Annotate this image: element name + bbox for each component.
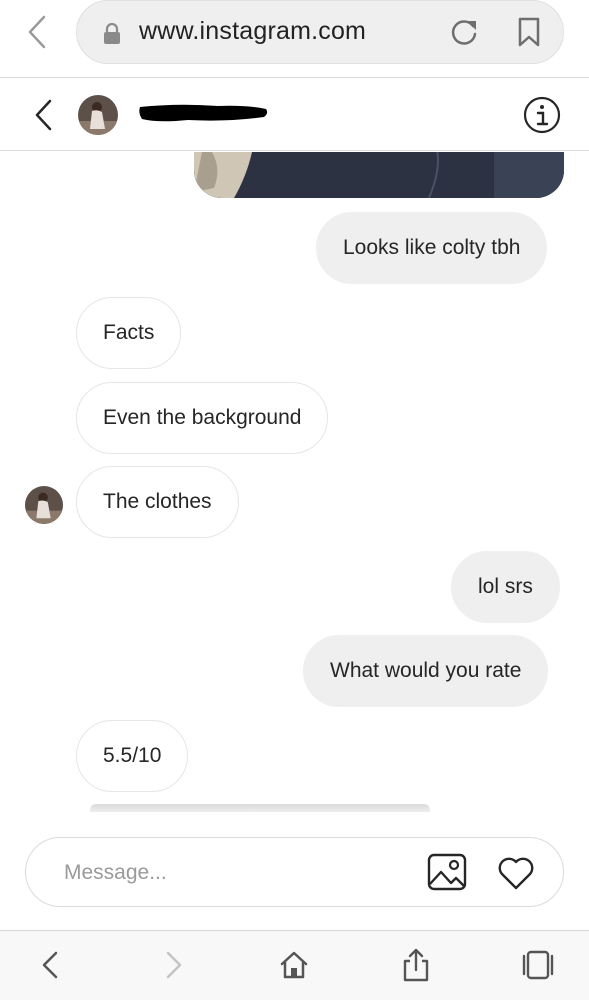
message-text: Even the background bbox=[103, 406, 302, 429]
lock-icon bbox=[104, 23, 120, 44]
message-bubble[interactable]: What would you rate bbox=[303, 635, 549, 707]
toolbar-back-button[interactable] bbox=[32, 947, 68, 983]
message-thread[interactable]: Looks like colty tbh Facts Even the back… bbox=[0, 152, 589, 812]
toolbar-home-button[interactable] bbox=[276, 947, 312, 983]
bookmark-icon[interactable] bbox=[515, 17, 543, 47]
browser-back-button[interactable] bbox=[22, 12, 52, 52]
reload-icon[interactable] bbox=[449, 17, 479, 47]
forward-arrow-icon bbox=[166, 951, 182, 979]
message-input[interactable] bbox=[64, 858, 384, 888]
message-composer bbox=[25, 837, 564, 907]
chevron-left-icon[interactable] bbox=[30, 97, 58, 133]
toolbar-tabs-button[interactable] bbox=[520, 947, 556, 983]
heart-icon[interactable] bbox=[496, 853, 536, 891]
toolbar-share-button[interactable] bbox=[398, 947, 434, 983]
avatar[interactable] bbox=[25, 486, 63, 524]
chevron-left-icon bbox=[28, 15, 46, 49]
toolbar-forward-button[interactable] bbox=[156, 947, 192, 983]
info-icon[interactable] bbox=[522, 95, 562, 135]
message-text: The clothes bbox=[103, 490, 212, 513]
chat-header bbox=[0, 79, 589, 151]
back-arrow-icon bbox=[42, 951, 58, 979]
partial-media-message[interactable] bbox=[90, 804, 430, 812]
url-text: www.instagram.com bbox=[139, 17, 367, 45]
message-text: 5.5/10 bbox=[103, 744, 162, 767]
message-bubble[interactable]: The clothes bbox=[76, 466, 239, 538]
message-text: What would you rate bbox=[330, 659, 522, 682]
share-icon bbox=[403, 948, 429, 982]
home-icon bbox=[280, 951, 308, 979]
message-bubble[interactable]: Facts bbox=[76, 297, 182, 369]
browser-toolbar bbox=[0, 930, 589, 1000]
contact-name-redacted bbox=[138, 103, 270, 125]
image-icon[interactable] bbox=[426, 852, 468, 892]
message-text: lol srs bbox=[478, 575, 533, 598]
message-text: Facts bbox=[103, 321, 155, 344]
message-text: Looks like colty tbh bbox=[343, 236, 521, 259]
message-bubble[interactable]: Looks like colty tbh bbox=[316, 212, 548, 284]
image-message[interactable] bbox=[194, 152, 564, 198]
message-bubble[interactable]: Even the background bbox=[76, 382, 329, 454]
avatar[interactable] bbox=[78, 95, 118, 135]
url-field[interactable]: www.instagram.com bbox=[76, 0, 564, 64]
message-bubble[interactable]: 5.5/10 bbox=[76, 720, 189, 792]
browser-address-bar: www.instagram.com bbox=[0, 0, 589, 78]
tabs-icon bbox=[522, 950, 554, 980]
message-bubble[interactable]: lol srs bbox=[451, 551, 560, 623]
